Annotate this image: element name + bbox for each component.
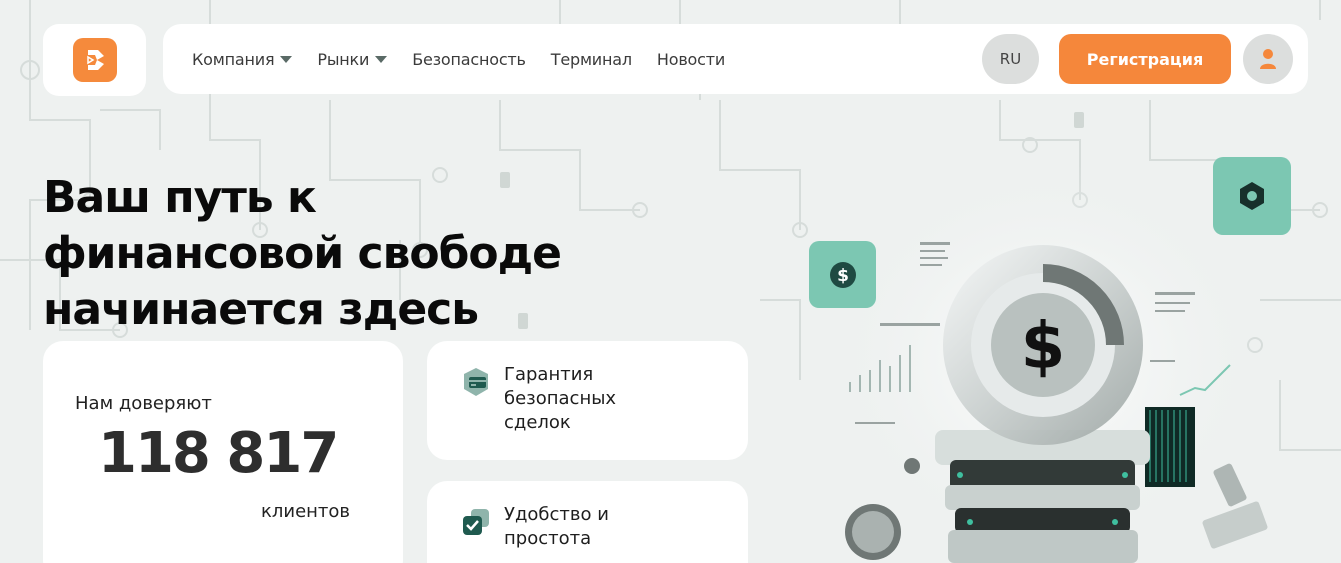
feature-text-line: простота (504, 528, 592, 549)
nav-item-terminal[interactable]: Терминал (551, 50, 632, 69)
check-stack-icon (463, 509, 489, 535)
card-shield-icon (464, 368, 488, 396)
nav-item-label: Терминал (550, 49, 632, 69)
register-button[interactable]: Регистрация (1059, 34, 1231, 84)
nav-item-markets[interactable]: Рынки (317, 49, 388, 69)
feature-text-line: Гарантия (504, 364, 594, 385)
feature-text: Гарантия безопасных сделок (504, 363, 724, 435)
chevron-down-icon (375, 55, 388, 63)
brand-logo-icon (72, 38, 117, 82)
dollar-badge: $ (809, 241, 876, 308)
nav-item-label: Компания (192, 49, 275, 69)
nav-item-label: Безопасность (412, 49, 526, 69)
clients-count-card: Нам доверяют 118 817 клиентов (43, 341, 403, 563)
nav-links: Компания Рынки Безопасность Терминал Нов… (192, 50, 750, 69)
user-icon (1260, 49, 1276, 69)
logo[interactable] (43, 24, 146, 96)
hero-title-line: Ваш путь к (43, 172, 317, 223)
clients-unit: клиентов (261, 501, 351, 522)
clients-count: 118 817 (98, 421, 339, 486)
clients-label: Нам доверяют (75, 393, 212, 414)
svg-text:$: $ (837, 266, 849, 286)
feature-text-line: сделок (504, 412, 571, 433)
hexagon-badge (1213, 157, 1291, 235)
nav-item-news[interactable]: Новости (657, 50, 725, 69)
feature-card-convenience: Удобство и простота (427, 481, 748, 563)
feature-text: Удобство и простота (504, 503, 724, 551)
svg-text:$: $ (1021, 310, 1066, 384)
nav-item-company[interactable]: Компания (192, 49, 293, 69)
language-button[interactable]: RU (982, 34, 1039, 84)
hexagon-nut-icon (1240, 182, 1264, 210)
feature-text-line: Удобство и (504, 504, 609, 525)
feature-card-safe-deals: Гарантия безопасных сделок (427, 341, 748, 460)
dollar-coin-icon: $ (829, 261, 856, 288)
hero-title-line: начинается здесь (43, 284, 479, 335)
nav-item-label: Рынки (317, 49, 370, 69)
nav-item-security[interactable]: Безопасность (412, 50, 526, 69)
feature-text-line: безопасных (504, 388, 617, 409)
hero-title: Ваш путь к финансовой свободе начинается… (43, 170, 763, 338)
nav-item-label: Новости (656, 49, 726, 69)
hero-title-line: финансовой свободе (43, 228, 562, 279)
user-account-button[interactable] (1243, 34, 1293, 84)
top-navbar: Компания Рынки Безопасность Терминал Нов… (163, 24, 1308, 94)
chevron-down-icon (280, 55, 293, 63)
